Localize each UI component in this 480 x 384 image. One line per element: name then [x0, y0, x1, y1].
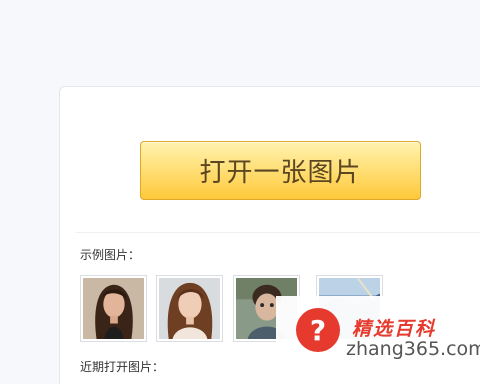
divider: [76, 232, 480, 233]
example-image-1[interactable]: [80, 275, 147, 342]
recent-images-label: 近期打开图片：: [80, 360, 165, 374]
page: 打开一张图片 示例图片： 近期打开图片： ? 精选百科 zhang365.com: [0, 0, 480, 384]
open-image-button[interactable]: 打开一张图片: [140, 141, 421, 200]
portrait-woman-dark-hair-thumbnail: [83, 278, 144, 339]
watermark: ? 精选百科 zhang365.com: [276, 296, 480, 384]
examples-label: 示例图片：: [80, 248, 141, 262]
watermark-site: zhang365.com: [346, 338, 480, 360]
portrait-woman-auburn-hair-thumbnail: [159, 278, 220, 339]
example-image-2[interactable]: [156, 275, 223, 342]
watermark-title: 精选百科: [352, 319, 437, 340]
question-mark-icon: ?: [296, 308, 340, 352]
